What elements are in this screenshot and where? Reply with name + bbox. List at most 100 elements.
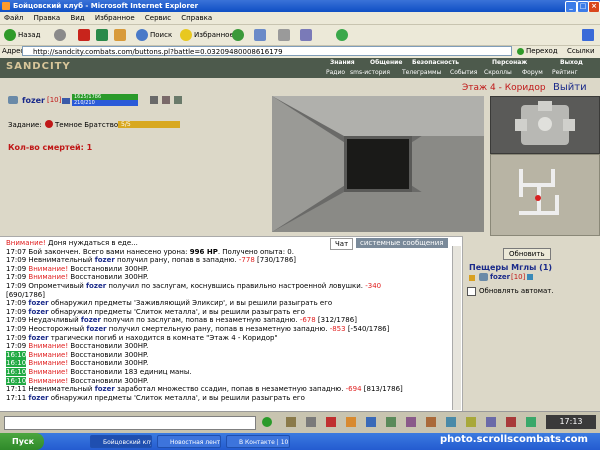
tool-icon-1[interactable] [286, 417, 296, 427]
messenger-icon [336, 29, 348, 41]
nav-forum[interactable]: Форум [522, 69, 543, 76]
address-input[interactable]: http://sandcity.combats.com/buttons.pl?b… [22, 46, 512, 56]
links-button[interactable]: Ссылки [567, 47, 595, 55]
nav-social[interactable]: Общение [370, 59, 402, 66]
task-name[interactable]: Темное Братство [55, 121, 118, 129]
search-button[interactable]: Поиск [136, 28, 172, 42]
print-button[interactable] [278, 28, 292, 42]
tool-icon-11[interactable] [486, 417, 496, 427]
tool-icon-3[interactable] [326, 417, 336, 427]
menu-file[interactable]: Файл [0, 12, 27, 24]
nav-radio[interactable]: Радио [326, 69, 345, 76]
chat-text: Восстановили 300HP. [68, 342, 149, 351]
chat-log[interactable]: Внимание! Доня нуждаться в еде... 17:07 Б… [0, 236, 462, 412]
player-name[interactable]: fozer [22, 96, 45, 105]
effect-icon-1[interactable] [150, 96, 158, 104]
tool-icon-13[interactable] [526, 417, 536, 427]
mail-button[interactable] [254, 28, 268, 42]
chat-timestamp: 16:10 [6, 350, 27, 359]
rotate-icon[interactable] [538, 117, 552, 131]
menu-view[interactable]: Вид [66, 12, 88, 24]
chat-warning: Внимание! [28, 350, 69, 359]
arrow-right-icon[interactable] [563, 119, 575, 131]
tool-icon-2[interactable] [306, 417, 316, 427]
back-button[interactable]: Назад [4, 28, 40, 42]
chat-nick[interactable]: fozer [95, 385, 115, 393]
corridor-view[interactable] [272, 96, 484, 232]
exit-link[interactable]: Выйти [553, 82, 587, 93]
nav-telegrams[interactable]: Телеграммы [402, 69, 441, 76]
tool-icon-4[interactable] [346, 417, 356, 427]
tab-chat[interactable]: Чат [330, 238, 354, 250]
go-button[interactable]: Переход [517, 47, 558, 55]
forward-button[interactable] [54, 28, 68, 42]
menu-help[interactable]: Справка [177, 12, 216, 24]
arrow-left-icon[interactable] [515, 119, 527, 131]
nav-knowledge[interactable]: Знания [330, 59, 355, 66]
nav-exit[interactable]: Выход [560, 59, 583, 66]
tool-icon-12[interactable] [506, 417, 516, 427]
nav-scrolls[interactable]: Скроллы [484, 69, 512, 76]
chat-nick[interactable]: fozer [86, 282, 106, 290]
menu-favorites[interactable]: Избранное [91, 12, 139, 24]
game-header: SANDCITY Знания Общение Безопасность Пер… [0, 58, 600, 78]
chat-nick[interactable]: fozer [95, 256, 115, 264]
effect-icon-3[interactable] [174, 96, 182, 104]
tool-icon-7[interactable] [406, 417, 416, 427]
task-news[interactable]: Новостная лента - Dark... [157, 435, 221, 448]
search-icon [136, 29, 148, 41]
member-name[interactable]: fozer [490, 273, 510, 281]
chat-nick[interactable]: fozer [28, 299, 48, 307]
history-button[interactable] [232, 28, 246, 42]
effect-icon-2[interactable] [162, 96, 170, 104]
right-panel: Обновить Пещеры Мглы (1) fozer [10] Обно… [462, 236, 600, 411]
info-icon[interactable] [62, 98, 70, 104]
chat-timestamp: 17:09 [6, 316, 27, 325]
tool-icon-10[interactable] [466, 417, 476, 427]
arrow-forward-icon[interactable] [538, 101, 552, 111]
refresh-list-button[interactable]: Обновить [503, 248, 551, 260]
back-arrow-icon [4, 29, 16, 41]
nav-rating[interactable]: Рейтинг [552, 69, 578, 76]
chat-timestamp: 17:09 [6, 282, 27, 290]
chat-nick[interactable]: fozer [86, 325, 106, 333]
chat-warning: Внимание! [28, 359, 69, 368]
task-vkontakte[interactable]: В Контакте | 10. ГРОТ ... [226, 435, 290, 448]
nav-events[interactable]: События [450, 69, 477, 76]
nav-character[interactable]: Персонаж [492, 59, 527, 66]
chat-text: Восстановили 300HP. [68, 273, 149, 282]
chat-nick[interactable]: fozer [28, 308, 48, 316]
favorites-button[interactable]: Избранное [180, 28, 234, 42]
auto-refresh-checkbox[interactable] [467, 287, 476, 296]
chat-damage: -694 [345, 385, 362, 394]
chat-nick[interactable]: fozer [28, 334, 48, 342]
edit-button[interactable] [300, 28, 314, 42]
task-combats[interactable]: Бойцовский клуб - Mi... [90, 435, 152, 448]
send-icon[interactable] [262, 417, 272, 427]
menu-edit[interactable]: Правка [30, 12, 65, 24]
chat-nick[interactable]: fozer [28, 394, 48, 402]
chat-input[interactable] [4, 416, 256, 430]
home-button[interactable] [114, 28, 128, 42]
chat-nick[interactable]: fozer [81, 316, 101, 324]
nav-sms-history[interactable]: sms-история [350, 69, 390, 76]
tool-icon-6[interactable] [386, 417, 396, 427]
messenger-button[interactable] [336, 28, 350, 42]
chat-message: 17:11 fozer обнаружил предметы 'Слиток м… [6, 394, 305, 402]
tab-system-messages[interactable]: системные сообщения [356, 238, 448, 248]
game-toolbar: 17:13 [0, 411, 600, 434]
tool-icon-8[interactable] [426, 417, 436, 427]
window-title-bar[interactable]: Бойцовский клуб - Microsoft Internet Exp… [0, 0, 600, 13]
stop-button[interactable] [78, 28, 92, 42]
refresh-button[interactable] [96, 28, 110, 42]
start-button[interactable]: Пуск [0, 433, 44, 450]
chat-text: [312/1786] [315, 316, 357, 325]
forward-arrow-icon [54, 29, 66, 41]
nav-security[interactable]: Безопасность [412, 59, 459, 66]
tool-icon-5[interactable] [366, 417, 376, 427]
chat-scrollbar[interactable] [452, 246, 461, 410]
tool-icon-9[interactable] [446, 417, 456, 427]
menu-tools[interactable]: Сервис [141, 12, 175, 24]
member-info-icon[interactable] [527, 274, 533, 280]
chat-text: обнаружил предметы 'Слиток металла', и в… [48, 307, 305, 316]
